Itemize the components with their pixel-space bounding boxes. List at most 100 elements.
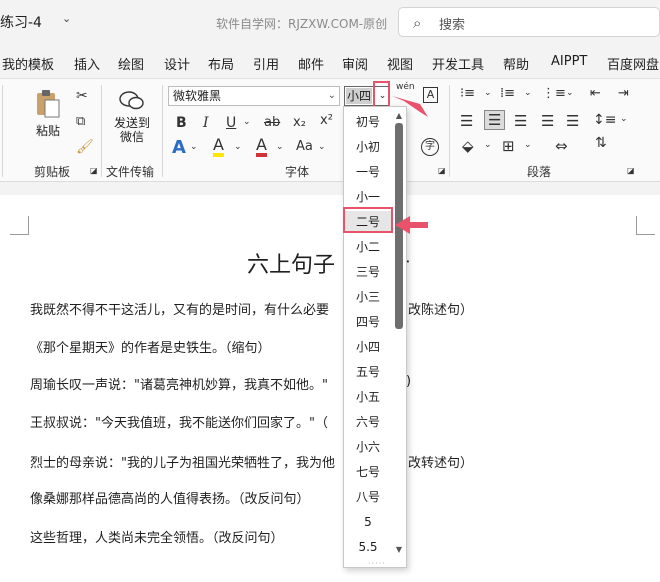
tab-help[interactable]: 帮助 bbox=[503, 54, 529, 73]
sort-icon[interactable]: ⇅ bbox=[595, 135, 607, 151]
decrease-indent-icon[interactable]: ⇤ bbox=[590, 86, 601, 101]
paragraph-line[interactable]: 周瑜长叹一声说："诸葛亮神机妙算，我真不如他。" bbox=[30, 374, 328, 393]
highlight-color-button[interactable]: A bbox=[213, 137, 224, 157]
phonetic-guide-icon[interactable]: wén bbox=[396, 82, 415, 92]
font-size-option[interactable]: 一号 bbox=[344, 161, 392, 183]
chevron-down-icon[interactable]: ⌄ bbox=[62, 12, 71, 25]
font-size-option[interactable]: 小一 bbox=[344, 186, 392, 208]
font-size-option[interactable]: 七号 bbox=[344, 461, 392, 483]
font-size-option[interactable]: 小六 bbox=[344, 436, 392, 458]
font-size-option[interactable]: 小四 bbox=[344, 336, 392, 358]
chevron-down-icon[interactable]: ⌄ bbox=[566, 88, 574, 98]
tab-draw[interactable]: 绘图 bbox=[118, 54, 144, 73]
paragraph-line[interactable]: 我既然不得不干这活儿，又有的是时间，有什么必要 bbox=[30, 299, 329, 318]
chevron-down-icon[interactable]: ⌄ bbox=[318, 142, 326, 152]
numbering-icon[interactable]: ⁞≡ bbox=[500, 86, 515, 101]
ribbon-divider bbox=[101, 85, 102, 177]
chinese-layout-icon[interactable]: ⇔ bbox=[555, 137, 568, 155]
font-size-option[interactable]: 六号 bbox=[344, 411, 392, 433]
bold-button[interactable]: B bbox=[176, 115, 187, 131]
font-size-option[interactable]: 三号 bbox=[344, 261, 392, 283]
chevron-down-icon[interactable]: ⌄ bbox=[234, 142, 242, 152]
bullets-icon[interactable]: ⁝≡ bbox=[460, 86, 475, 101]
tab-baidu-netdisk[interactable]: 百度网盘 bbox=[607, 54, 659, 73]
justify-icon[interactable]: ☰ bbox=[541, 112, 554, 130]
line-spacing-icon[interactable]: ↕≡ bbox=[593, 112, 616, 128]
chevron-down-icon[interactable]: ⌄ bbox=[620, 114, 628, 124]
font-size-option[interactable]: 5 bbox=[344, 511, 392, 533]
tab-aippt[interactable]: AIPPT bbox=[551, 54, 587, 69]
cut-icon[interactable]: ✂ bbox=[76, 88, 88, 104]
char-border-icon[interactable]: A bbox=[423, 87, 438, 103]
tab-design[interactable]: 设计 bbox=[164, 54, 190, 73]
tab-my-templates[interactable]: 我的模板 bbox=[2, 54, 54, 73]
tab-developer[interactable]: 开发工具 bbox=[432, 54, 484, 73]
tab-mailings[interactable]: 邮件 bbox=[298, 54, 324, 73]
font-size-option[interactable]: 五号 bbox=[344, 361, 392, 383]
dialog-launcher-icon[interactable]: ◪ bbox=[627, 166, 635, 175]
underline-button[interactable]: U bbox=[226, 115, 236, 131]
superscript-button[interactable]: x² bbox=[320, 113, 333, 128]
tab-references[interactable]: 引用 bbox=[253, 54, 279, 73]
resize-grip-icon[interactable]: ····· bbox=[368, 559, 386, 568]
paragraph-line-tail[interactable]: 改陈述句） bbox=[408, 299, 473, 318]
tab-view[interactable]: 视图 bbox=[387, 54, 413, 73]
font-size-option[interactable]: 初号 bbox=[344, 111, 392, 133]
borders-icon[interactable]: ⊞ bbox=[502, 137, 515, 155]
chevron-down-icon[interactable]: ⌄ bbox=[243, 117, 251, 127]
font-size-option[interactable]: 5.5 bbox=[344, 536, 392, 558]
italic-button[interactable]: I bbox=[203, 115, 209, 131]
paragraph-line[interactable]: 《那个星期天》的作者是史铁生。（缩句） bbox=[30, 337, 271, 356]
chevron-down-icon[interactable]: ⌄ bbox=[190, 142, 198, 152]
enclose-characters-button[interactable]: 字 bbox=[421, 138, 439, 156]
distributed-icon[interactable]: ☰ bbox=[566, 112, 579, 130]
change-case-button[interactable]: Aa bbox=[296, 139, 313, 154]
chevron-down-icon[interactable]: ⌄ bbox=[276, 142, 284, 152]
font-size-option[interactable]: 小五 bbox=[344, 386, 392, 408]
search-box[interactable]: ⌕ 搜索 bbox=[398, 7, 660, 37]
tab-layout[interactable]: 布局 bbox=[208, 54, 234, 73]
copy-icon[interactable]: ⧉ bbox=[76, 114, 85, 129]
paragraph-line[interactable]: 王叔叔说："今天我值班，我不能送你们回家了。"（ bbox=[30, 412, 328, 431]
align-right-icon[interactable]: ☰ bbox=[514, 112, 527, 130]
document-title[interactable]: 练习-4 bbox=[0, 12, 42, 32]
text-effects-button[interactable]: A bbox=[172, 137, 186, 158]
paste-button[interactable]: 粘贴 bbox=[32, 89, 64, 139]
align-center-icon[interactable]: ☰ bbox=[484, 110, 506, 130]
font-color-button[interactable]: A bbox=[256, 137, 267, 157]
format-painter-icon[interactable]: 🖌 bbox=[76, 139, 94, 155]
chevron-down-icon[interactable]: ⌄ bbox=[484, 88, 492, 98]
chevron-down-icon[interactable]: ⌄ bbox=[524, 140, 532, 150]
font-size-option[interactable]: 小二 bbox=[344, 236, 392, 258]
multilevel-list-icon[interactable]: ⋮≡ bbox=[542, 86, 566, 101]
paragraph-line[interactable]: 烈士的母亲说："我的儿子为祖国光荣牺牲了，我为他 bbox=[30, 452, 335, 471]
dialog-launcher-icon[interactable]: ◪ bbox=[90, 166, 98, 175]
shading-icon[interactable]: ⬙ bbox=[462, 137, 474, 155]
send-to-wechat-button[interactable]: 发送到微信 bbox=[112, 89, 152, 144]
paragraph-line-tail[interactable]: 改转述句） bbox=[408, 452, 473, 471]
margin-corner-mark bbox=[636, 216, 655, 235]
font-size-option[interactable]: 小三 bbox=[344, 286, 392, 308]
tab-insert[interactable]: 插入 bbox=[74, 54, 100, 73]
paragraph-line[interactable]: 这些哲理，人类尚未完全领悟。（改反问句） bbox=[30, 527, 284, 546]
scrollbar-thumb[interactable] bbox=[395, 123, 403, 329]
font-size-dropdown[interactable]: 初号 小初 一号 小一 二号 小二 三号 小三 四号 小四 五号 小五 六号 小… bbox=[343, 106, 407, 568]
chevron-down-icon[interactable]: ⌄ bbox=[524, 88, 532, 98]
increase-indent-icon[interactable]: ⇥ bbox=[618, 86, 629, 101]
ribbon-divider bbox=[162, 85, 163, 177]
chevron-down-icon[interactable]: ⌄ bbox=[484, 140, 492, 150]
scroll-up-arrow-icon[interactable]: ▲ bbox=[392, 111, 406, 120]
dialog-launcher-icon[interactable]: ◪ bbox=[438, 166, 446, 175]
font-size-option[interactable]: 八号 bbox=[344, 486, 392, 508]
align-left-icon[interactable]: ☰ bbox=[460, 112, 473, 130]
font-name-select[interactable]: 微软雅黑 ⌄ bbox=[168, 86, 340, 106]
strikethrough-button[interactable]: ab bbox=[264, 115, 280, 130]
font-size-value: 小四 bbox=[346, 88, 373, 104]
subscript-button[interactable]: x₂ bbox=[293, 115, 306, 130]
font-size-option[interactable]: 小初 bbox=[344, 136, 392, 158]
font-size-option[interactable]: 四号 bbox=[344, 311, 392, 333]
tab-review[interactable]: 审阅 bbox=[342, 54, 368, 73]
paragraph-line[interactable]: 像桑娜那样品德高尚的人值得表扬。（改反问句） bbox=[30, 488, 310, 507]
scroll-down-arrow-icon[interactable]: ▼ bbox=[392, 545, 406, 554]
document-heading-start[interactable]: 六上句子 bbox=[247, 247, 335, 279]
